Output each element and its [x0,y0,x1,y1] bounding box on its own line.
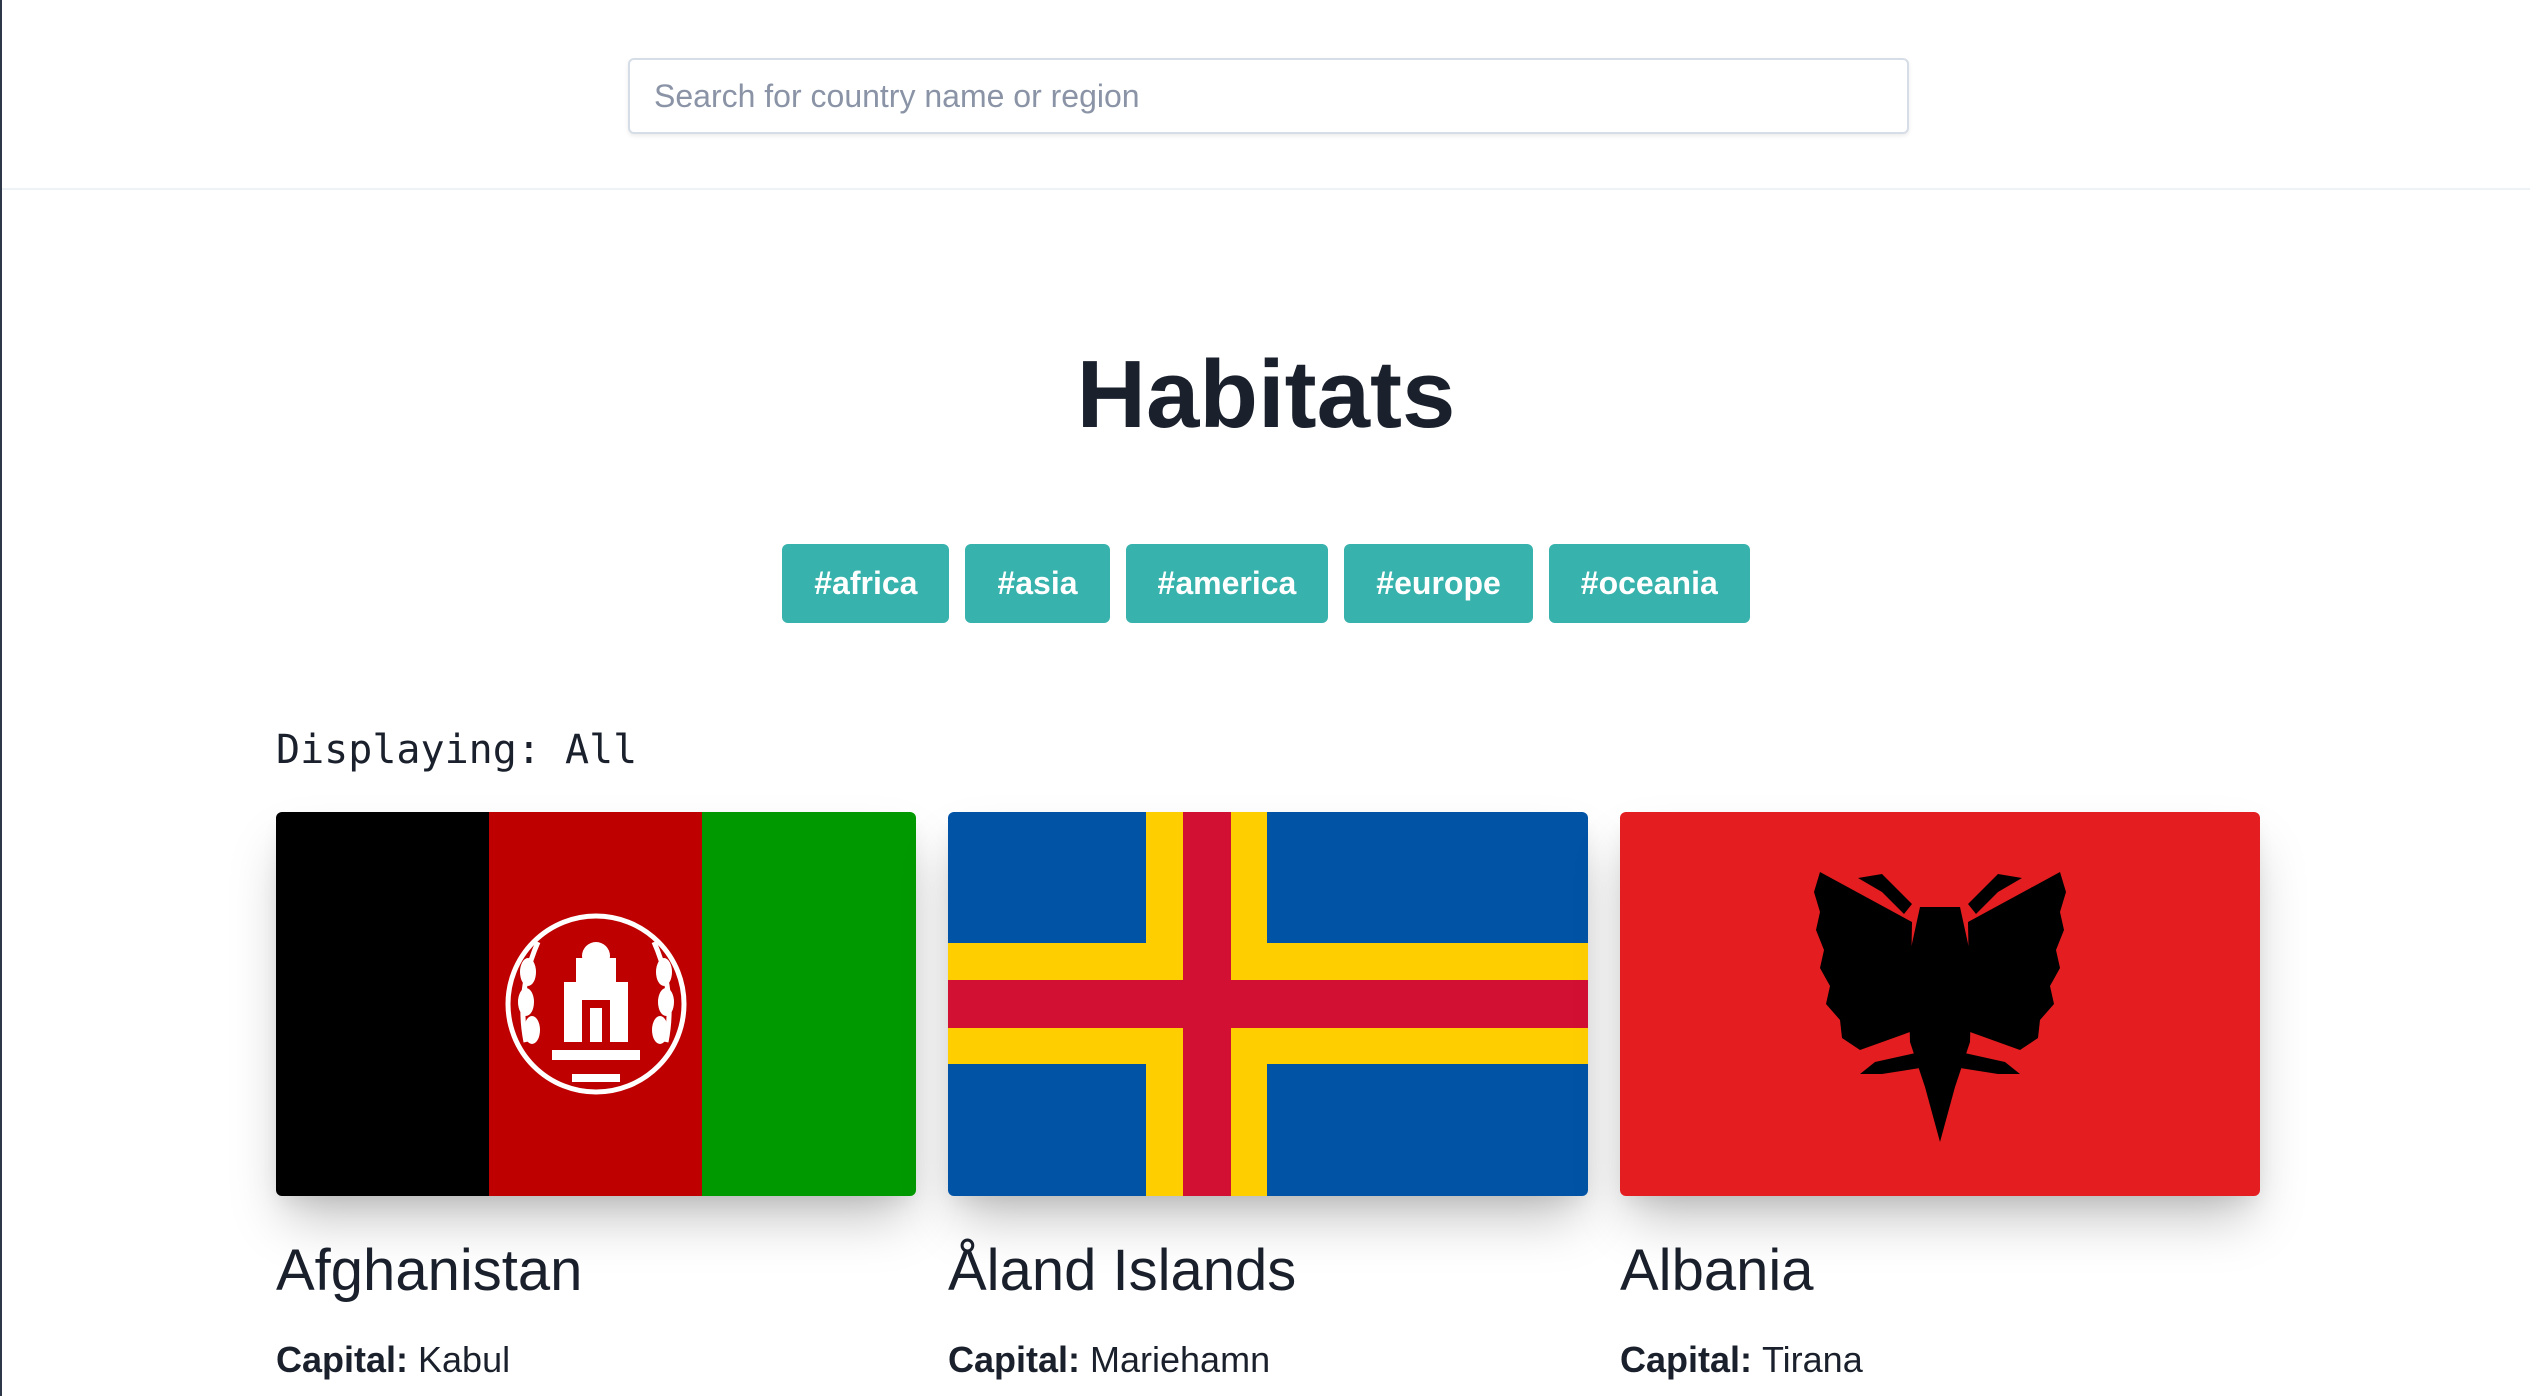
top-bar [2,0,2530,190]
tag-europe-button[interactable]: #europe [1344,544,1533,623]
country-name: Åland Islands [948,1238,1297,1303]
region-tags: #africa #asia #america #europe #oceania [2,544,2530,623]
country-capital: Capital: Tirana [1620,1336,2260,1384]
capital-value: Kabul [418,1339,511,1380]
tag-asia-button[interactable]: #asia [965,544,1110,623]
aland-islands-flag-icon [948,812,1588,1196]
albania-flag-icon [1620,812,2260,1196]
country-capital: Capital: Mariehamn [948,1336,1588,1384]
country-card[interactable]: Albania Capital: Tirana [1620,812,2260,1384]
country-grid: Afghanistan Capital: Kabul Åland Islands… [276,812,2260,1384]
page: Habitats #africa #asia #america #europe … [0,0,2530,1396]
country-name: Afghanistan [276,1238,583,1303]
afghanistan-flag-icon [276,812,916,1196]
displaying-status: Displaying: All [276,727,638,773]
search-input[interactable] [628,58,1909,134]
country-name: Albania [1620,1238,1814,1303]
page-title: Habitats [1076,341,1456,448]
country-card[interactable]: Åland Islands Capital: Mariehamn [948,812,1588,1384]
capital-value: Mariehamn [1090,1339,1271,1380]
tag-africa-button[interactable]: #africa [782,544,950,623]
country-card[interactable]: Afghanistan Capital: Kabul [276,812,916,1384]
capital-value: Tirana [1762,1339,1863,1380]
country-capital: Capital: Kabul [276,1336,916,1384]
capital-label: Capital: [1620,1339,1763,1380]
capital-label: Capital: [948,1339,1091,1380]
tag-america-button[interactable]: #america [1125,544,1329,623]
tag-oceania-button[interactable]: #oceania [1548,544,1750,623]
capital-label: Capital: [276,1339,419,1380]
